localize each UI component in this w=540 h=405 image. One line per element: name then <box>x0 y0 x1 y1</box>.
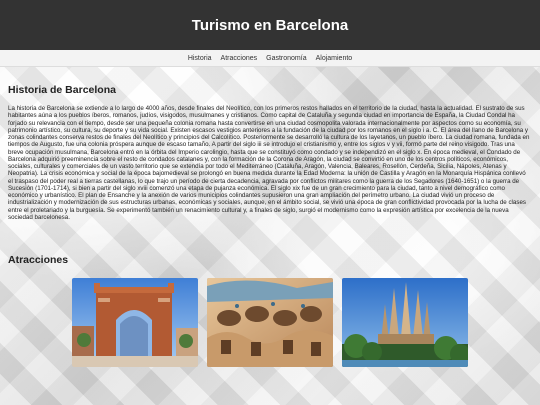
site-header: Turismo en Barcelona <box>0 0 540 50</box>
history-section: Historia de Barcelona La historia de Bar… <box>8 84 532 221</box>
site-title: Turismo en Barcelona <box>191 16 349 34</box>
history-text: La historia de Barcelona se extiende a l… <box>8 105 530 221</box>
nav-link-gastronomia[interactable]: Gastronomía <box>266 55 306 62</box>
main-nav: Historia Atracciones Gastronomía Alojami… <box>0 50 540 67</box>
photo-sagrada-familia[interactable] <box>342 278 468 367</box>
photo-casa-batllo[interactable] <box>207 278 333 367</box>
photo-arc-de-triomf[interactable] <box>72 278 198 367</box>
attractions-heading: Atracciones <box>8 254 69 266</box>
nav-link-historia[interactable]: Historia <box>188 55 212 62</box>
history-heading: Historia de Barcelona <box>8 84 116 96</box>
attractions-gallery <box>8 278 532 367</box>
main-content: Historia de Barcelona La historia de Bar… <box>0 84 540 367</box>
nav-link-atracciones[interactable]: Atracciones <box>221 55 258 62</box>
nav-link-alojamiento[interactable]: Alojamiento <box>316 55 353 62</box>
attractions-section: Atracciones <box>8 254 532 367</box>
